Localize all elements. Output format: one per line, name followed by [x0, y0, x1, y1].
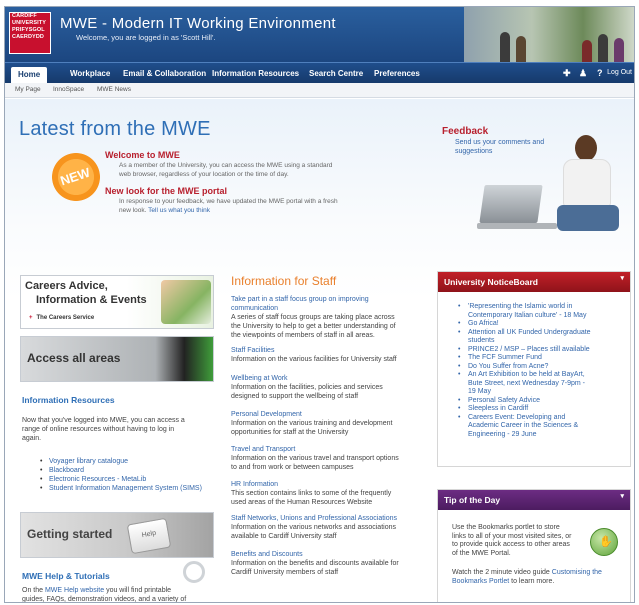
tab-email-collaboration[interactable]: Email & Collaboration	[116, 66, 213, 82]
video-guide-link-cont[interactable]: Bookmarks Portlet	[452, 578, 509, 585]
browser-frame: CARDIFF UNIVERSITY PRIFYSGOL CAERDYDD MW…	[4, 6, 635, 603]
information-resources-intro: Now that you've logged into MWE, you can…	[22, 417, 185, 442]
student-photo	[557, 135, 619, 247]
plus-icon: +	[29, 315, 33, 321]
latest-title: Latest from the MWE	[19, 118, 211, 140]
list-item[interactable]: Go Africa!	[458, 320, 630, 329]
page-content: Latest from the MWE NEW Welcome to MWE A…	[5, 99, 634, 603]
thumbs-up-icon: ✋	[590, 528, 618, 556]
welcome-message: Welcome, you are logged in as 'Scott Hil…	[76, 33, 216, 42]
list-item[interactable]: PRINCE2 / MSP – Places still available	[458, 346, 630, 355]
campus-banner-image	[464, 7, 634, 62]
tab-preferences[interactable]: Preferences	[367, 66, 427, 82]
staff-item-networks: Staff Networks, Unions and Professional …	[231, 515, 398, 540]
news-text-welcome: As a member of the University, you can a…	[119, 162, 333, 178]
news-heading-welcome[interactable]: Welcome to MWE	[105, 150, 180, 160]
information-resources-list: Voyager library catalogue Blackboard Ele…	[40, 457, 202, 493]
list-item[interactable]: Sleepless in Cardiff	[458, 405, 630, 414]
help-icon[interactable]: ?	[597, 68, 603, 78]
list-item[interactable]: Student Information Management System (S…	[40, 484, 202, 493]
app-title: MWE - Modern IT Working Environment	[60, 15, 336, 32]
staff-item-personal-development: Personal Development Information on the …	[231, 411, 393, 436]
staff-item-benefits: Benefits and Discounts Information on th…	[231, 551, 399, 576]
list-item[interactable]: 'Representing the Islamic world inContem…	[458, 303, 630, 320]
mwe-help-link[interactable]: MWE Help website	[45, 587, 104, 594]
subnav-innospace[interactable]: InnoSpace	[53, 86, 84, 93]
list-item[interactable]: Careers Event: Developing andAcademic Ca…	[458, 414, 630, 440]
noticeboard-header: University NoticeBoard ▾	[438, 272, 630, 292]
tip-video-text: Watch the 2 minute video guide Customisi…	[452, 569, 602, 585]
feedback-panel[interactable]: Feedback Send us your comments and sugge…	[437, 115, 631, 249]
tip-text: Use the Bookmarks portlet to store links…	[452, 524, 572, 557]
magnifier-icon	[183, 561, 205, 583]
help-tutorials-text: On the MWE Help website you will find pr…	[22, 587, 187, 603]
list-item[interactable]: Do You Suffer from Acne?	[458, 363, 630, 372]
list-item[interactable]: Electronic Resources - MetaLib	[40, 475, 202, 484]
tab-workplace[interactable]: Workplace	[63, 66, 117, 82]
getting-started-banner[interactable]: Getting started Help	[20, 512, 214, 558]
staff-item-focus-group: Take part in a staff focus group on impr…	[231, 296, 396, 339]
staff-item-wellbeing: Wellbeing at Work Information on the fac…	[231, 375, 383, 400]
tab-search-centre[interactable]: Search Centre	[302, 66, 370, 82]
access-all-areas-banner[interactable]: Access all areas	[20, 336, 214, 382]
video-guide-link[interactable]: Customising the	[552, 569, 602, 576]
new-badge-icon: NEW	[48, 149, 104, 205]
help-key-image: Help	[126, 517, 172, 555]
staff-section-title: Information for Staff	[231, 274, 337, 288]
staff-item-hr: HR Information This section contains lin…	[231, 481, 392, 506]
list-item[interactable]: An Art Exhibition to be held at BayArt,B…	[458, 371, 630, 397]
feedback-text[interactable]: Send us your comments and suggestions	[455, 138, 555, 156]
main-navigation: Home Workplace Email & Collaboration Inf…	[5, 62, 634, 84]
staff-item-facilities: Staff Facilities Information on the vari…	[231, 347, 397, 363]
information-resources-heading: Information Resources	[22, 395, 115, 405]
chevron-down-icon[interactable]: ▾	[620, 274, 624, 282]
careers-service-label: + The Careers Service	[29, 315, 95, 321]
list-item[interactable]: Personal Safety Advice	[458, 397, 630, 406]
subnav-my-page[interactable]: My Page	[15, 86, 41, 93]
news-text-new-look: In response to your feedback, we have up…	[119, 198, 338, 214]
cardiff-university-logo[interactable]: CARDIFF UNIVERSITY PRIFYSGOL CAERDYDD	[9, 12, 51, 54]
user-icon[interactable]: ♟	[579, 68, 587, 79]
list-item[interactable]: Attention all UK Funded Undergraduatestu…	[458, 329, 630, 346]
feedback-link[interactable]: Tell us what you think	[148, 207, 210, 214]
list-item[interactable]: Blackboard	[40, 466, 202, 475]
add-icon[interactable]: ✚	[563, 68, 571, 79]
laptop-image	[479, 185, 543, 223]
feedback-title: Feedback	[442, 126, 489, 137]
chevron-down-icon[interactable]: ▾	[620, 492, 624, 500]
noticeboard-portlet: University NoticeBoard ▾ 'Representing t…	[437, 271, 631, 467]
logout-link[interactable]: Log Out	[607, 69, 632, 76]
help-tutorials-heading: MWE Help & Tutorials	[22, 571, 110, 581]
sub-navigation: My Page InnoSpace MWE News	[5, 83, 634, 98]
staff-item-travel: Travel and Transport Information on the …	[231, 446, 399, 471]
careers-photo	[161, 280, 211, 324]
careers-banner[interactable]: Careers Advice, Information & Events + Th…	[20, 275, 214, 329]
tip-header: Tip of the Day ▾	[438, 490, 630, 510]
site-header: CARDIFF UNIVERSITY PRIFYSGOL CAERDYDD MW…	[5, 7, 634, 62]
noticeboard-list: 'Representing the Islamic world inContem…	[438, 292, 630, 439]
tab-home[interactable]: Home	[11, 67, 48, 84]
tab-information-resources[interactable]: Information Resources	[205, 66, 306, 82]
tip-of-the-day-portlet: Tip of the Day ▾ Use the Bookmarks portl…	[437, 489, 631, 602]
list-item[interactable]: Voyager library catalogue	[40, 457, 202, 466]
news-heading-new-look[interactable]: New look for the MWE portal	[105, 186, 227, 196]
list-item[interactable]: The FCF Summer Fund	[458, 354, 630, 363]
subnav-mwe-news[interactable]: MWE News	[97, 86, 131, 93]
